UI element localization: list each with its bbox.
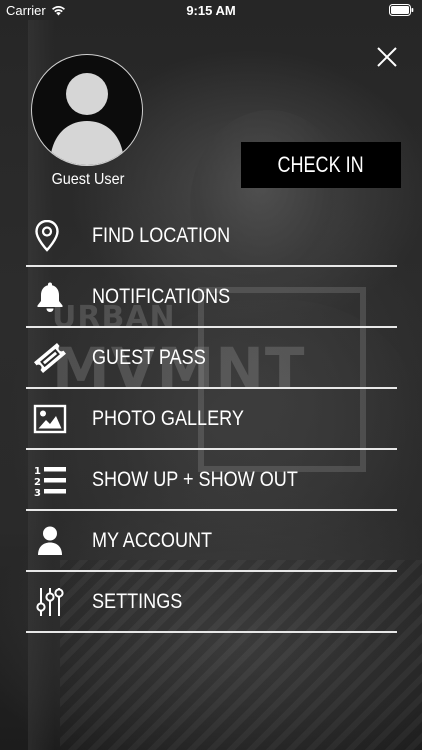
status-bar: Carrier 9:15 AM	[0, 0, 422, 22]
navigation-menu: FIND LOCATION NOTIFICATIONS GUEST PASS P…	[26, 206, 397, 633]
location-pin-icon	[32, 220, 68, 252]
sliders-icon	[32, 586, 68, 618]
menu-item-photo-gallery[interactable]: PHOTO GALLERY	[26, 389, 397, 450]
user-name: Guest User	[51, 171, 125, 188]
menu-item-show-up-show-out[interactable]: 1 2 3 SHOW UP + SHOW OUT	[26, 450, 397, 511]
menu-item-label: GUEST PASS	[92, 346, 206, 369]
menu-item-label: SHOW UP + SHOW OUT	[92, 468, 298, 491]
menu-item-guest-pass[interactable]: GUEST PASS	[26, 328, 397, 389]
close-button[interactable]	[374, 44, 400, 70]
user-silhouette-icon	[32, 55, 142, 165]
menu-item-settings[interactable]: SETTINGS	[26, 572, 397, 633]
menu-item-label: FIND LOCATION	[92, 224, 231, 247]
check-in-button[interactable]: CHECK IN	[241, 142, 401, 188]
close-icon	[374, 47, 400, 74]
status-time: 9:15 AM	[186, 3, 236, 18]
ticket-icon	[32, 342, 68, 374]
menu-item-label: SETTINGS	[92, 590, 183, 613]
image-icon	[32, 403, 68, 435]
bell-icon	[32, 281, 68, 313]
svg-text:3: 3	[34, 488, 41, 498]
avatar[interactable]	[31, 54, 143, 166]
person-icon	[32, 525, 68, 557]
side-menu-screen: URBAN MVMNT Carrier 9:15 AM Guest User C…	[0, 0, 422, 750]
menu-item-label: NOTIFICATIONS	[92, 285, 231, 308]
svg-text:2: 2	[34, 477, 41, 488]
battery-icon	[389, 4, 414, 16]
menu-item-label: PHOTO GALLERY	[92, 407, 244, 430]
menu-item-label: MY ACCOUNT	[92, 529, 213, 552]
numbered-list-icon: 1 2 3	[32, 464, 68, 498]
check-in-label: CHECK IN	[277, 152, 365, 177]
menu-item-notifications[interactable]: NOTIFICATIONS	[26, 267, 397, 328]
menu-item-find-location[interactable]: FIND LOCATION	[26, 206, 397, 267]
menu-divider	[26, 631, 397, 633]
svg-text:1: 1	[34, 466, 41, 477]
menu-item-my-account[interactable]: MY ACCOUNT	[26, 511, 397, 572]
